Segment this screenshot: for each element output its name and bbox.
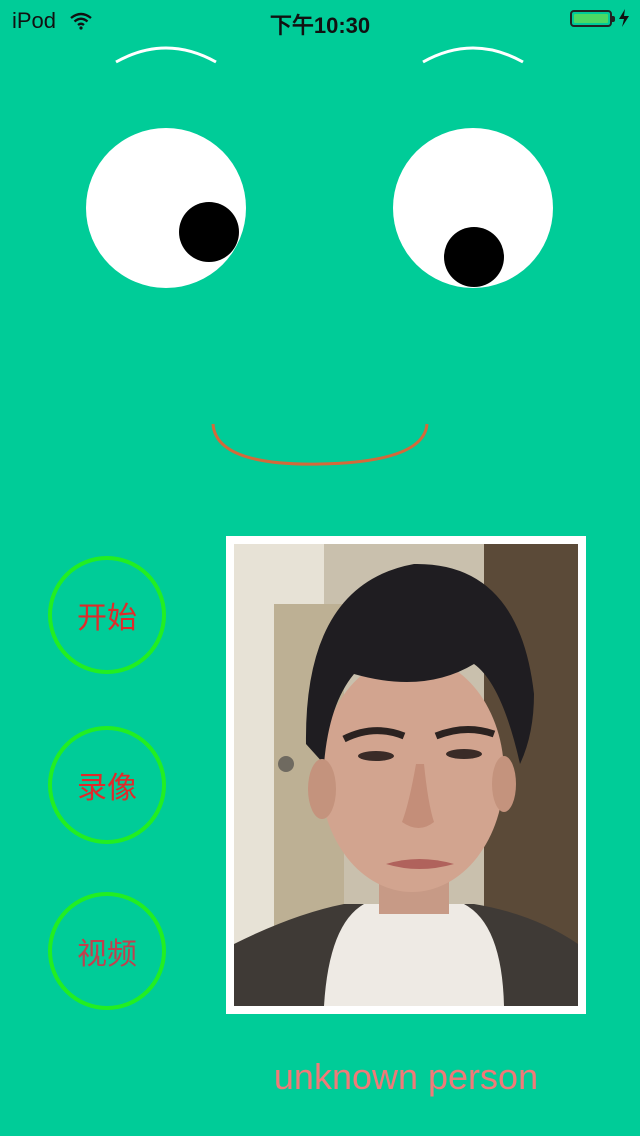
recognition-result: unknown person: [273, 1056, 539, 1097]
start-button[interactable]: 开始: [48, 556, 166, 674]
start-button-label: 开始: [77, 601, 137, 636]
video-button-label: 视频: [77, 937, 137, 972]
camera-frame-image: [234, 544, 578, 1006]
video-button[interactable]: 视频: [48, 892, 166, 1010]
left-pupil: [179, 202, 239, 262]
record-button-label: 录像: [77, 771, 137, 806]
left-eyebrow: [115, 46, 217, 64]
right-eyebrow: [422, 46, 524, 64]
cartoon-face: [86, 46, 553, 466]
camera-preview: [226, 536, 586, 1014]
right-pupil: [444, 227, 504, 287]
mouth: [211, 423, 429, 466]
record-button[interactable]: 录像: [48, 726, 166, 844]
